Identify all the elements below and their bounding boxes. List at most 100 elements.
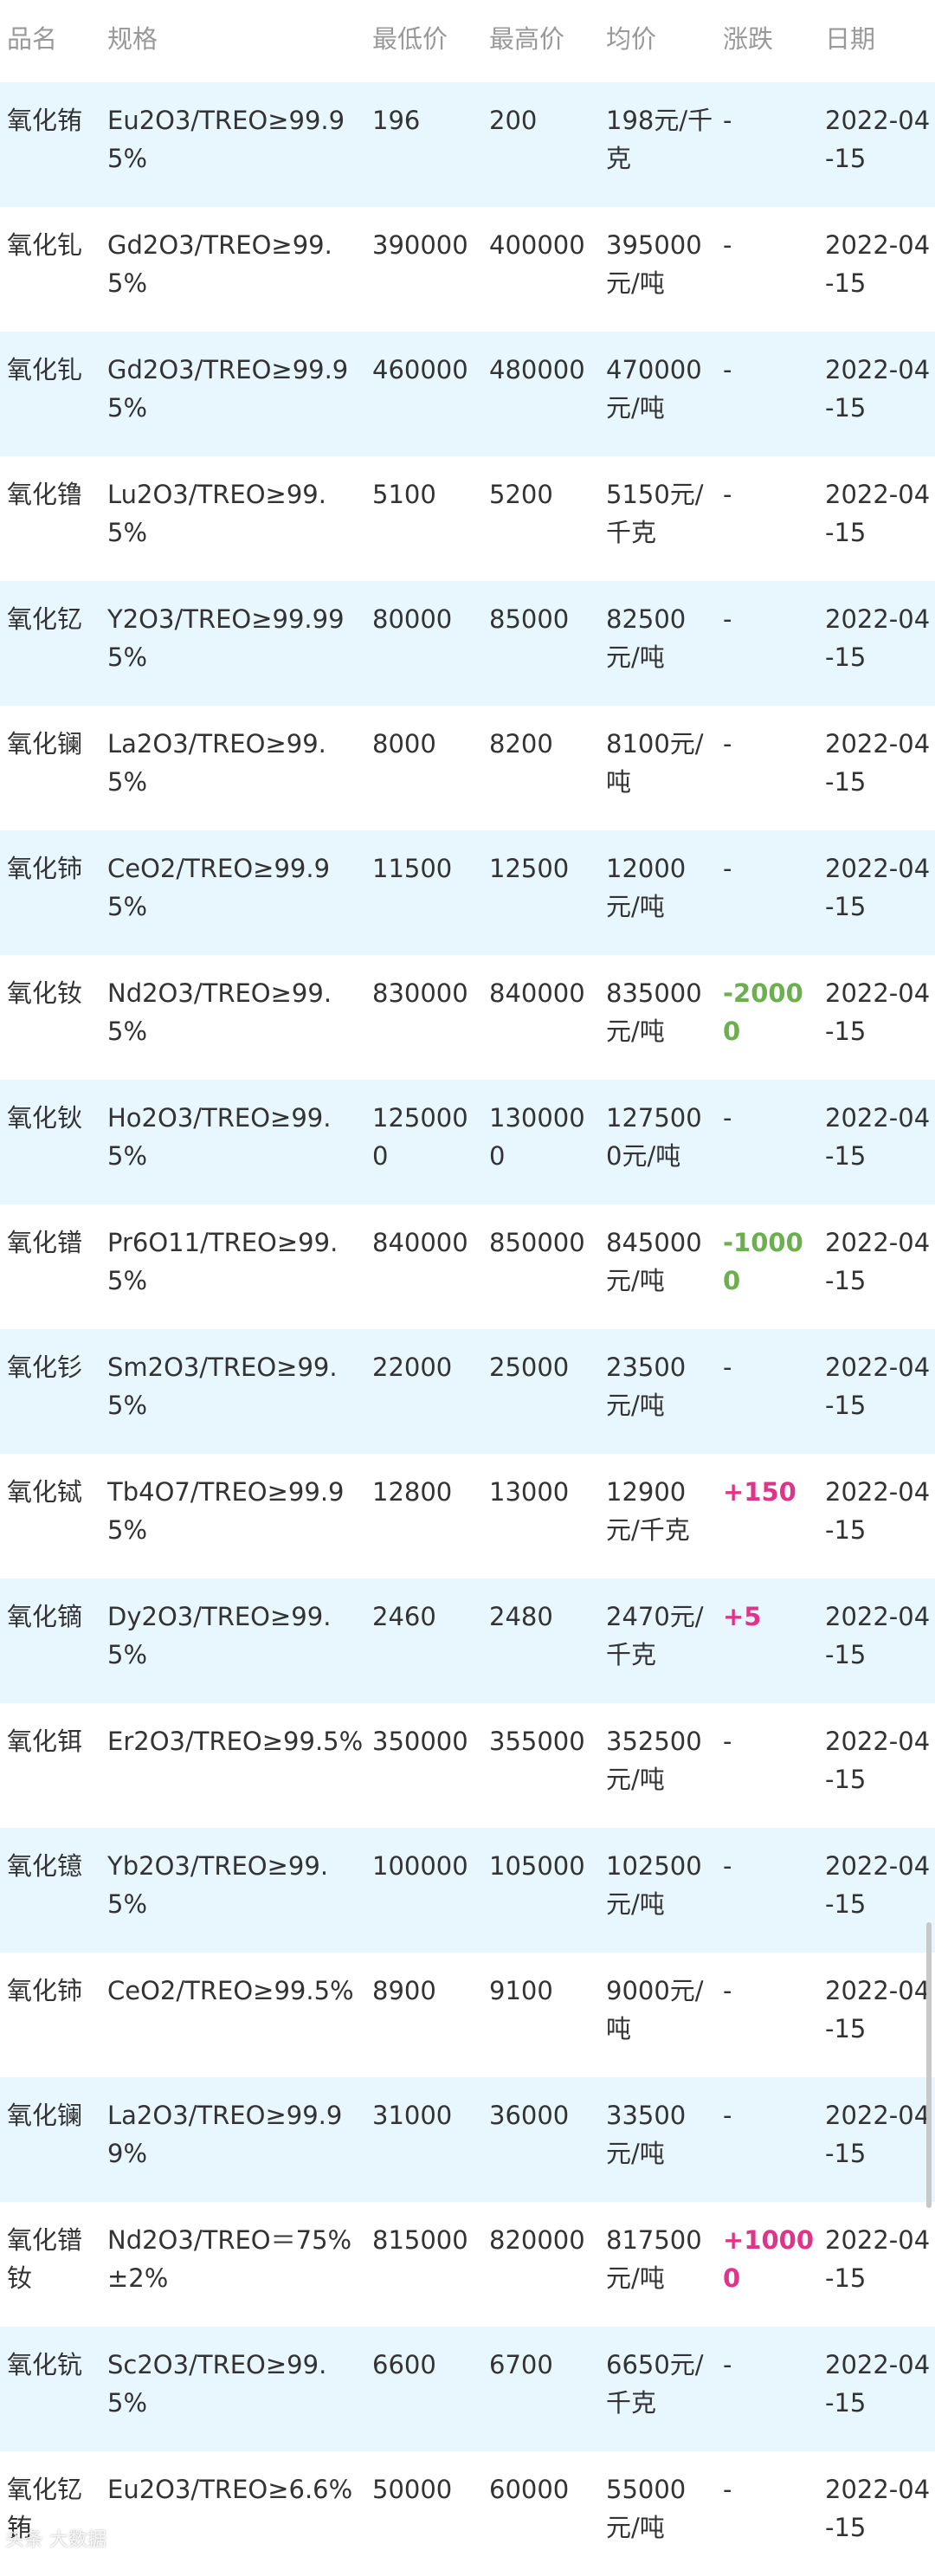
cell-name: 氧化镧 <box>7 729 83 759</box>
cell-change: - <box>723 2350 732 2379</box>
cell-low-price: 2460 <box>372 1602 436 1631</box>
cell-date: 2022-04-15 <box>825 1851 931 1919</box>
cell-spec: Yb2O3/TREO≥99.5% <box>107 1851 329 1919</box>
cell-high-price: 36000 <box>489 2101 570 2130</box>
cell-date: 2022-04-15 <box>825 729 931 797</box>
cell-low-price: 12800 <box>372 1477 453 1507</box>
table-row[interactable]: 氧化镱 Yb2O3/TREO≥99.5% 100000 105000 102500元/吨… <box>0 1828 935 1953</box>
header-change[interactable]: 涨跌 <box>716 19 818 55</box>
cell-low-price: 31000 <box>372 2101 453 2130</box>
cell-high-price: 60000 <box>489 2475 570 2504</box>
cell-spec: Nd2O3/TREO≥99.5% <box>107 978 332 1046</box>
table-row[interactable]: 氧化铈 CeO2/TREO≥99.95% 11500 12500 12000元/吨 - 20… <box>0 830 935 955</box>
cell-avg-price: 352500元/吨 <box>606 1727 702 1794</box>
table-row[interactable]: 氧化铕 Eu2O3/TREO≥99.95% 196 200 198元/千克 - 2022-0… <box>0 82 935 207</box>
cell-change: - <box>723 355 732 384</box>
cell-spec: La2O3/TREO≥99.5% <box>107 729 326 797</box>
cell-name: 氧化钬 <box>7 1103 83 1133</box>
cell-name: 氧化镧 <box>7 2101 83 2130</box>
cell-spec: Ho2O3/TREO≥99.5% <box>107 1103 332 1171</box>
header-spec[interactable]: 规格 <box>101 19 365 55</box>
table-row[interactable]: 氧化镝 Dy2O3/TREO≥99.5% 2460 2480 2470元/千克 +5 202… <box>0 1579 935 1703</box>
cell-spec: Gd2O3/TREO≥99.5% <box>107 230 332 298</box>
table-row[interactable]: 氧化钪 Sc2O3/TREO≥99.5% 6600 6700 6650元/千克 - 2022… <box>0 2327 935 2451</box>
cell-avg-price: 102500元/吨 <box>606 1851 702 1919</box>
cell-date: 2022-04-15 <box>825 1228 931 1295</box>
table-row[interactable]: 氧化镥 Lu2O3/TREO≥99.5% 5100 5200 5150元/千克 - 2022… <box>0 456 935 581</box>
scrollbar[interactable] <box>926 1922 932 2208</box>
table-row[interactable]: 氧化铽 Tb4O7/TREO≥99.95% 12800 13000 12900元/千克 +… <box>0 1454 935 1579</box>
cell-date: 2022-04-15 <box>825 106 931 173</box>
table-row[interactable]: 氧化钇 Y2O3/TREO≥99.995% 80000 85000 82500元/吨 - 2… <box>0 581 935 706</box>
cell-avg-price: 33500元/吨 <box>606 2101 687 2168</box>
cell-date: 2022-04-15 <box>825 2225 931 2293</box>
cell-high-price: 840000 <box>489 978 585 1008</box>
cell-avg-price: 817500元/吨 <box>606 2225 702 2293</box>
header-date[interactable]: 日期 <box>818 19 935 55</box>
cell-low-price: 50000 <box>372 2475 453 2504</box>
table-row[interactable]: 氧化钇铕 Eu2O3/TREO≥6.6% 50000 60000 55000元/吨 -20… <box>0 2451 935 2576</box>
cell-change: -20000 <box>723 978 803 1046</box>
table-row[interactable]: 氧化镧 La2O3/TREO≥99.99% 31000 36000 33500元/吨 - 2… <box>0 2077 935 2202</box>
cell-high-price: 8200 <box>489 729 553 759</box>
cell-avg-price: 835000元/吨 <box>606 978 702 1046</box>
cell-date: 2022-04-15 <box>825 1727 931 1794</box>
cell-high-price: 105000 <box>489 1851 585 1881</box>
table-row[interactable]: 氧化镨钕 Nd2O3/TREO＝75%±2% 815000 820000 817500元… <box>0 2202 935 2327</box>
cell-spec: Nd2O3/TREO＝75%±2% <box>107 2225 352 2293</box>
cell-low-price: 22000 <box>372 1353 453 1382</box>
cell-spec: Lu2O3/TREO≥99.5% <box>107 480 326 547</box>
cell-high-price: 480000 <box>489 355 585 384</box>
cell-high-price: 850000 <box>489 1228 585 1257</box>
table-row[interactable]: 氧化铈 CeO2/TREO≥99.5% 8900 9100 9000元/吨 - 2022-0… <box>0 1953 935 2077</box>
cell-change: - <box>723 2101 732 2130</box>
cell-change: -10000 <box>723 1228 803 1295</box>
table-row[interactable]: 氧化铒 Er2O3/TREO≥99.5% 350000 355000 352500元/吨… <box>0 1703 935 1828</box>
cell-avg-price: 5150元/千克 <box>606 480 704 547</box>
cell-name: 氧化钆 <box>7 355 83 384</box>
cell-change: +10000 <box>723 2225 815 2293</box>
header-low-price[interactable]: 最低价 <box>365 19 482 55</box>
cell-change: - <box>723 854 732 883</box>
table-row[interactable]: 氧化镨 Pr6O11/TREO≥99.5% 840000 850000 845000元/… <box>0 1204 935 1329</box>
cell-change: - <box>723 1851 732 1881</box>
cell-name: 氧化镥 <box>7 480 83 509</box>
cell-change: - <box>723 106 732 135</box>
cell-change: +5 <box>723 1602 762 1631</box>
table-row[interactable]: 氧化钬 Ho2O3/TREO≥99.5% 1250000 1300000 1275000… <box>0 1080 935 1204</box>
cell-change: - <box>723 604 732 634</box>
cell-avg-price: 12000元/吨 <box>606 854 687 921</box>
cell-high-price: 9100 <box>489 1976 553 2005</box>
table-body: 氧化铕 Eu2O3/TREO≥99.95% 196 200 198元/千克 -2022-0… <box>0 82 935 2576</box>
cell-high-price: 820000 <box>489 2225 585 2255</box>
cell-name: 氧化铒 <box>7 1727 83 1756</box>
table-row[interactable]: 氧化钆 Gd2O3/TREO≥99.5% 390000 400000 395000元/吨… <box>0 207 935 332</box>
cell-high-price: 85000 <box>489 604 570 634</box>
cell-spec: Eu2O3/TREO≥6.6% <box>107 2475 353 2504</box>
cell-spec: Dy2O3/TREO≥99.5% <box>107 1602 332 1669</box>
cell-high-price: 25000 <box>489 1353 570 1382</box>
cell-name: 氧化钐 <box>7 1353 83 1382</box>
table-row[interactable]: 氧化钕 Nd2O3/TREO≥99.5% 830000 840000 835000元/吨… <box>0 955 935 1080</box>
cell-name: 氧化钇 <box>7 604 83 634</box>
cell-spec: Gd2O3/TREO≥99.95% <box>107 355 349 423</box>
table-row[interactable]: 氧化钆 Gd2O3/TREO≥99.95% 460000 480000 470000元/… <box>0 332 935 456</box>
header-high-price[interactable]: 最高价 <box>482 19 599 55</box>
header-name[interactable]: 品名 <box>0 19 101 55</box>
cell-name: 氧化钪 <box>7 2350 83 2379</box>
cell-date: 2022-04-15 <box>825 1103 931 1171</box>
cell-change: +150 <box>723 1477 796 1507</box>
cell-high-price: 13000 <box>489 1477 570 1507</box>
table-row[interactable]: 氧化镧 La2O3/TREO≥99.5% 8000 8200 8100元/吨 - 2022-… <box>0 706 935 830</box>
cell-spec: Er2O3/TREO≥99.5% <box>107 1727 364 1756</box>
watermark: 头条 大数据 <box>5 2529 106 2551</box>
cell-date: 2022-04-15 <box>825 480 931 547</box>
cell-spec: CeO2/TREO≥99.95% <box>107 854 331 921</box>
cell-avg-price: 55000元/吨 <box>606 2475 687 2542</box>
table-row[interactable]: 氧化钐 Sm2O3/TREO≥99.5% 22000 25000 23500元/吨 - 20… <box>0 1329 935 1454</box>
cell-spec: Sm2O3/TREO≥99.5% <box>107 1353 338 1420</box>
cell-date: 2022-04-15 <box>825 978 931 1046</box>
cell-change: - <box>723 480 732 509</box>
header-avg-price[interactable]: 均价 <box>599 19 716 55</box>
cell-high-price: 2480 <box>489 1602 553 1631</box>
